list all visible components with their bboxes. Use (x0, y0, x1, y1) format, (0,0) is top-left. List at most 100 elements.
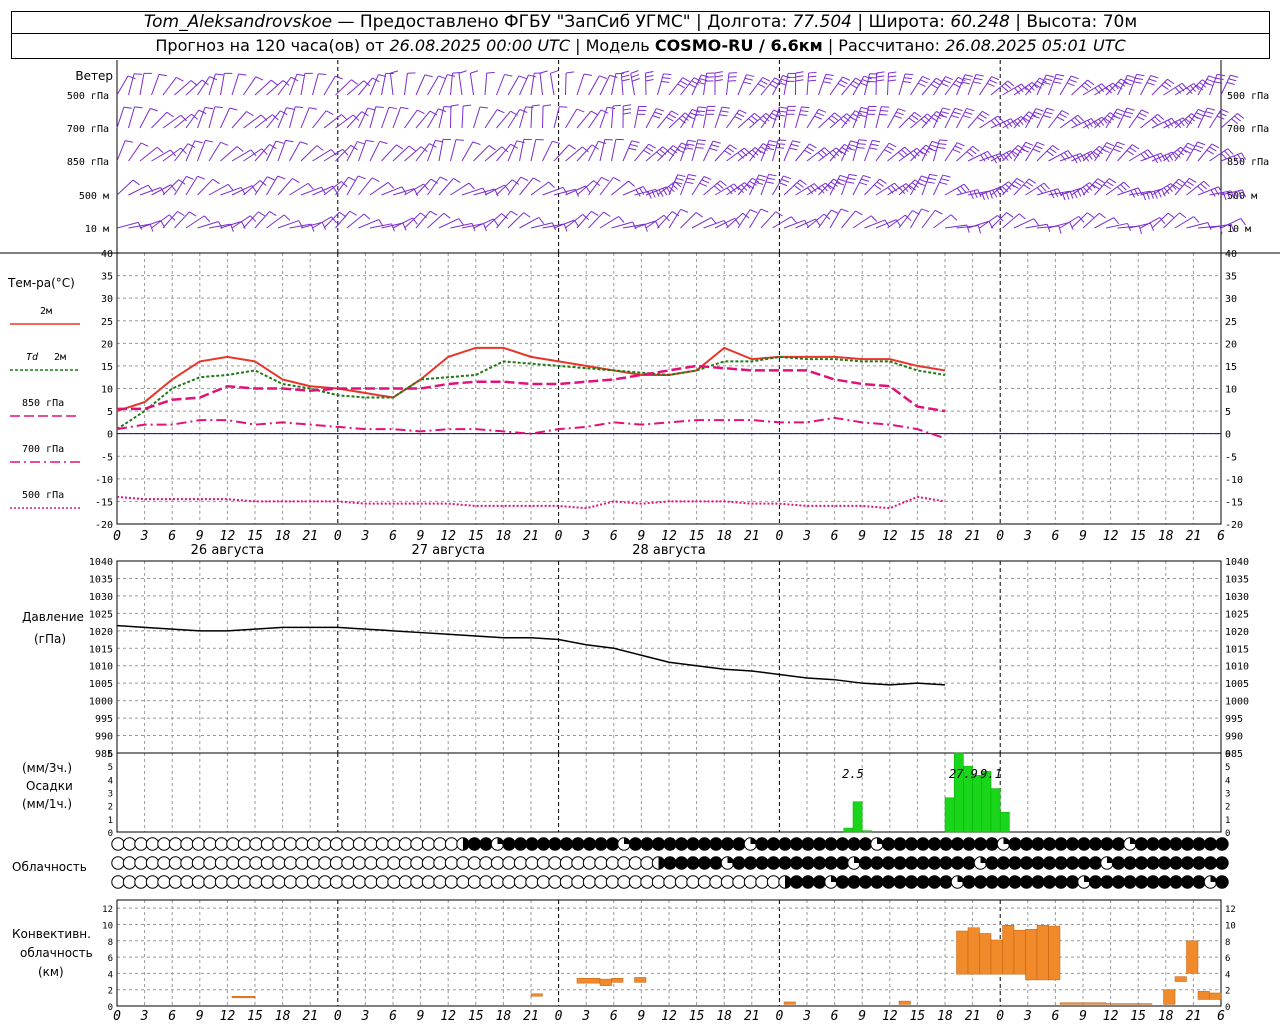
wind-barb-feather (365, 139, 374, 143)
wind-barb-feather (814, 115, 822, 120)
cloud-cover-circle-icon (1192, 837, 1206, 851)
wind-barb-icon (680, 174, 689, 196)
cloud-cover-circle-icon (674, 856, 689, 870)
wind-barb-feather (1198, 108, 1206, 113)
cloud-cover-circle-icon (1157, 875, 1172, 889)
cloud-cover-circle-icon (755, 837, 769, 851)
wind-barb-icon (703, 219, 725, 229)
wind-barb-feather (898, 151, 905, 158)
wind-barb-feather (661, 81, 670, 83)
conv-panel-title2: облачность (20, 946, 93, 960)
wind-barb-feather (766, 147, 775, 151)
wind-barb-icon (197, 140, 206, 162)
conv-bar (1002, 925, 1015, 975)
cloud-cover-circle-icon (249, 875, 263, 889)
wind-barb-icon (461, 141, 474, 162)
cloud-cover-circle-icon (375, 856, 390, 870)
wind-barb-icon (795, 183, 815, 196)
cloud-cover-circle-icon (134, 856, 148, 870)
wind-barb-icon (795, 106, 803, 129)
wind-barb-icon (933, 214, 952, 229)
cloud-cover-circle-icon (1077, 856, 1091, 870)
wind-barb-feather (220, 141, 229, 146)
cloud-cover-circle-icon (1054, 875, 1068, 889)
temp-xtick-label: 0 (775, 529, 783, 544)
wind-barb-feather (922, 76, 930, 81)
wind-barb-feather (804, 149, 812, 155)
wind-barb-icon (243, 76, 257, 96)
wind-barb-feather (528, 74, 537, 78)
temp-ytick-left: -10 (95, 475, 113, 486)
cloud-cover-circle-icon (651, 837, 666, 851)
wind-barb-icon (760, 211, 777, 229)
pressure-ytick-right: 1030 (1225, 592, 1249, 603)
wind-barb-feather (724, 150, 732, 156)
wind-barb-feather (357, 141, 366, 145)
wind-barb-feather (746, 74, 755, 77)
wind-barb-icon (369, 141, 381, 162)
wind-barb-feather (621, 74, 630, 78)
cloud-cover-circle-icon (548, 837, 562, 851)
wind-barb-feather (269, 211, 277, 217)
wind-barb-feather (379, 140, 388, 145)
wind-barb-feather (960, 185, 967, 193)
precip-ytick-left: 4 (108, 776, 113, 786)
wind-barb-feather (879, 113, 888, 116)
cloud-cover-circle-icon (1146, 875, 1160, 889)
wind-barb-feather (1106, 142, 1115, 147)
cloud-cover-circle-icon (272, 856, 286, 870)
wind-barb-feather (236, 146, 244, 152)
cloud-cover-circle-icon (364, 875, 378, 889)
wind-barb-feather (974, 77, 983, 81)
cloud-cover-circle-icon (490, 856, 505, 870)
wind-barb-feather (831, 115, 839, 121)
wind-barb-feather (286, 107, 295, 110)
wind-barb-feather (387, 182, 395, 189)
wind-barb-icon (381, 107, 390, 129)
wind-barb-icon (151, 111, 168, 129)
wind-barb-icon (565, 146, 583, 162)
wind-barb-feather (818, 108, 827, 113)
wind-barb-feather (703, 176, 712, 181)
cloud-cover-circle-icon (111, 856, 125, 870)
wind-barb-icon (300, 186, 322, 196)
cloud-cover-circle-icon (893, 856, 907, 870)
conv-xtick-label: 6 (610, 1009, 618, 1024)
wind-barb-icon (864, 219, 886, 229)
wind-barb-icon (1117, 75, 1128, 96)
wind-barb-feather (697, 139, 706, 142)
temp-xtick-label: 18 (937, 529, 953, 544)
wind-barb-icon (829, 175, 841, 196)
cloud-cover-circle-icon (720, 837, 735, 851)
precip-ytick-left: 5 (108, 763, 113, 773)
cloud-cover-circle-icon (479, 875, 493, 889)
temp-ytick-right: -20 (1225, 520, 1243, 531)
wind-barb-feather (349, 210, 357, 216)
wind-barb-icon (289, 106, 296, 129)
wind-barb-icon (1163, 82, 1183, 96)
wind-barb-feather (1104, 145, 1112, 150)
wind-barb-feather (1146, 82, 1155, 86)
wind-barb-feather (781, 178, 790, 183)
wind-barb-feather (209, 76, 218, 81)
wind-barb-icon (174, 143, 189, 162)
wind-barb-feather (618, 216, 625, 223)
temp-ytick-left: -5 (101, 452, 113, 463)
cloud-cover-circle-icon (226, 856, 240, 870)
cloud-cover-circle-icon (444, 856, 459, 870)
temp-panel-title: Тем-ра(°С) (7, 276, 75, 290)
wind-barb-feather (1135, 77, 1144, 80)
wind-barb-feather (1163, 187, 1170, 195)
wind-barb-feather (911, 114, 919, 121)
wind-barb-icon (1094, 142, 1108, 162)
wind-barb-feather (847, 177, 856, 180)
wind-barb-icon (576, 211, 592, 229)
wind-barb-icon (737, 209, 751, 229)
wind-barb-icon (450, 73, 453, 96)
cloud-cover-circle-icon (536, 875, 551, 889)
wind-level-label-right: 850 гПа (1227, 157, 1269, 168)
wind-barb-feather (189, 211, 197, 217)
temp-ytick-right: 35 (1225, 272, 1237, 283)
cloud-cover-circle-icon (916, 856, 930, 870)
wind-barb-icon (542, 105, 544, 129)
